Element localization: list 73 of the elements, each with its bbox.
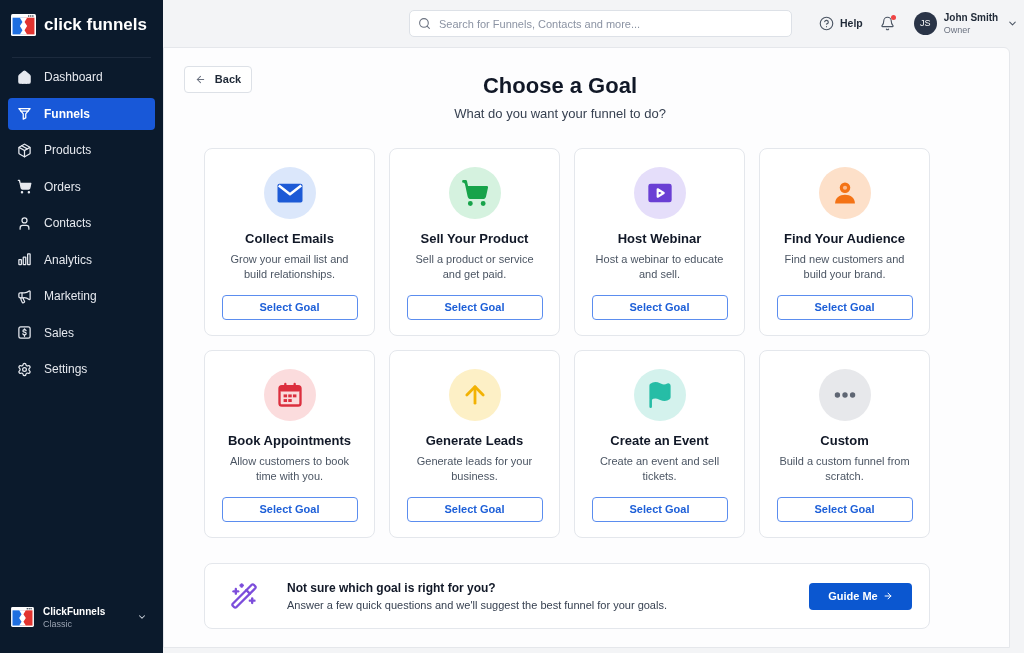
goal-title: Custom [820, 432, 869, 450]
megaphone-icon [17, 288, 32, 304]
select-goal-button[interactable]: Select Goal [221, 497, 358, 522]
goal-description: Host a webinar to educate and sell. [594, 252, 725, 282]
sidebar-item[interactable]: Marketing [8, 280, 155, 312]
account-name: ClickFunnels [43, 604, 106, 618]
goal-title: Sell Your Product [420, 230, 529, 248]
search-field[interactable]: Search for Funnels, Contacts and more... [409, 10, 792, 37]
sidebar-item[interactable]: Settings [8, 353, 155, 385]
sidebar-item[interactable]: Dashboard [8, 61, 155, 93]
avatar[interactable]: JS [913, 12, 937, 35]
page-subtitle: What do you want your funnel to do? [454, 105, 666, 123]
select-goal-button[interactable]: Select Goal [221, 295, 358, 320]
sidebar-item[interactable]: Products [8, 134, 155, 166]
chevron-down-icon[interactable] [1007, 18, 1019, 29]
goal-description: Generate leads for your business. [415, 454, 534, 484]
help-icon [819, 16, 834, 31]
dollar-icon [17, 325, 32, 340]
magic-wand-icon [230, 582, 258, 610]
cart-icon [17, 179, 32, 194]
arrow-left-icon [194, 74, 206, 85]
select-goal-button[interactable]: Select Goal [591, 295, 728, 320]
video-play-icon [633, 167, 686, 219]
goal-title: Create an Event [610, 432, 709, 450]
arrow-up-icon [448, 369, 501, 421]
chevron-down-icon[interactable] [137, 612, 147, 622]
help-button[interactable]: Help [819, 15, 863, 32]
select-goal-button[interactable]: Select Goal [591, 497, 728, 522]
bell-icon[interactable] [879, 16, 895, 31]
user-role: Owner [943, 24, 972, 36]
sidebar-item[interactable]: Sales [8, 316, 155, 349]
guide-me-button[interactable]: Guide Me [809, 582, 912, 610]
search-icon [418, 17, 431, 30]
cart-icon [448, 167, 501, 219]
box-icon [17, 142, 32, 158]
goal-title: Host Webinar [617, 230, 702, 248]
page-title: Choose a Goal [482, 72, 637, 100]
envelope-icon [263, 167, 316, 219]
calendar-icon [263, 369, 316, 421]
user-icon [17, 215, 32, 231]
goal-description: Create an event and sell tickets. [598, 454, 721, 484]
arrow-right-icon [882, 591, 893, 601]
sidebar-item[interactable]: Orders [8, 170, 155, 203]
account-plan: Classic [43, 617, 73, 630]
select-goal-button[interactable]: Select Goal [406, 295, 543, 320]
sidebar-item[interactable]: Contacts [8, 207, 155, 239]
bar-chart-icon [17, 252, 32, 267]
select-goal-button[interactable]: Select Goal [776, 497, 913, 522]
user-name: John Smith [943, 11, 999, 24]
logo-text: click funnels [44, 14, 147, 37]
person-icon [818, 167, 871, 219]
flag-icon [633, 369, 686, 421]
goal-title: Collect Emails [245, 230, 334, 248]
select-goal-button[interactable]: Select Goal [776, 295, 913, 320]
logo-icon [11, 607, 34, 627]
banner-text: Answer a few quick questions and we'll suggest the best funnel for your goals. [287, 597, 667, 613]
sidebar-item[interactable]: Funnels [8, 97, 155, 130]
home-icon [17, 69, 32, 85]
back-button[interactable]: Back [184, 66, 252, 93]
goal-title: Generate Leads [425, 432, 524, 450]
select-goal-button[interactable]: Select Goal [406, 497, 543, 522]
settings-icon [17, 361, 32, 377]
goal-title: Find Your Audience [783, 230, 906, 248]
goal-description: Allow customers to book time with you. [228, 454, 351, 484]
sidebar-item[interactable]: Analytics [8, 243, 155, 276]
goal-title: Book Appointments [228, 432, 351, 450]
goal-description: Find new customers and build your brand. [783, 252, 906, 282]
banner-title: Not sure which goal is right for you? [287, 579, 497, 596]
goal-description: Build a custom funnel from scratch. [778, 454, 911, 484]
funnel-icon [17, 106, 32, 121]
goal-description: Grow your email list and build relationships. [229, 252, 350, 282]
logo-icon [11, 14, 36, 36]
goal-description: Sell a product or service and get paid. [414, 252, 535, 282]
